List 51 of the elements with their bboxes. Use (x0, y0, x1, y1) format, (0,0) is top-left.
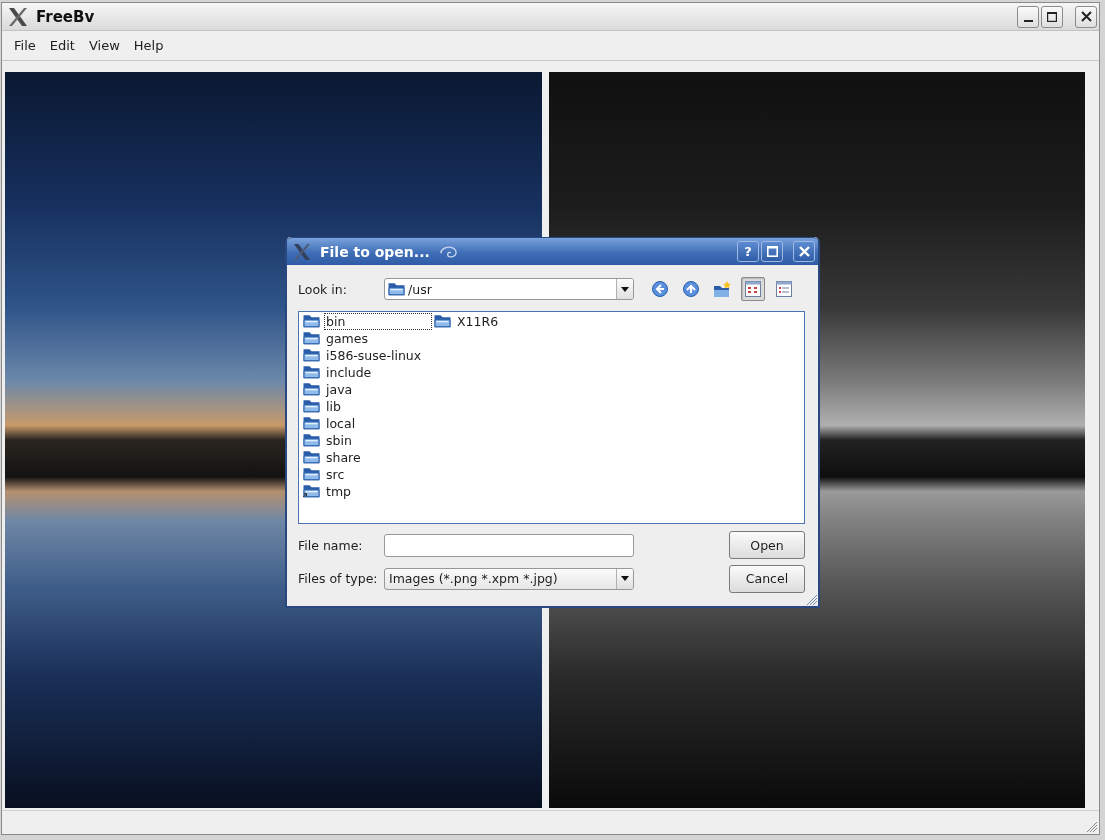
cancel-button[interactable]: Cancel (729, 564, 805, 593)
minimize-button[interactable] (1017, 5, 1039, 28)
file-name-field[interactable] (384, 533, 634, 557)
list-view-button[interactable] (741, 277, 765, 301)
file-type-combobox[interactable]: Images (*.png *.xpm *.jpg) (384, 567, 634, 590)
detail-view-icon (776, 281, 792, 297)
folder-item[interactable]: share (324, 449, 432, 466)
folder-item[interactable]: sbin (324, 432, 432, 449)
minimize-icon (1023, 19, 1033, 22)
x-logo-icon (9, 7, 27, 26)
folder-item[interactable]: tmp (324, 483, 432, 500)
maximize-button[interactable] (1041, 5, 1063, 28)
folder-item[interactable]: src (324, 466, 432, 483)
close-button[interactable] (793, 241, 815, 262)
menu-item[interactable]: Edit (43, 35, 81, 56)
folder-item[interactable]: bin (324, 313, 432, 330)
close-button[interactable] (1075, 5, 1097, 28)
maximize-icon (766, 246, 778, 257)
dialog-title: File to open... (320, 243, 430, 260)
folder-item[interactable]: lib (324, 398, 432, 415)
open-button[interactable]: Open (729, 531, 805, 559)
maximize-icon (1047, 11, 1057, 22)
folder-item[interactable]: X11R6 (455, 313, 563, 330)
close-icon (798, 246, 810, 257)
folder-item[interactable]: i586-suse-linux (324, 347, 432, 364)
help-button[interactable]: ? (737, 241, 759, 262)
new-folder-icon (713, 281, 731, 297)
caret-icon (621, 576, 629, 581)
x-logo-icon (294, 243, 310, 260)
menu-item[interactable]: View (82, 35, 126, 56)
menu-item[interactable]: Help (127, 35, 170, 56)
menu-item[interactable]: File (8, 35, 42, 56)
list-view-icon (745, 281, 761, 297)
folder-item[interactable]: include (324, 364, 432, 381)
window-title: FreeBv (36, 7, 95, 26)
field-label: File name: (298, 537, 364, 553)
folder-item[interactable]: games (324, 330, 432, 347)
swirl-icon (439, 245, 457, 258)
close-icon (1080, 11, 1092, 22)
maximize-button[interactable] (761, 241, 783, 262)
look-in-combobox[interactable]: /usr (384, 278, 634, 300)
caret-icon (621, 286, 629, 292)
back-icon (652, 281, 668, 297)
up-arrow-icon (683, 281, 699, 297)
folder-icon (388, 282, 405, 296)
folder-item[interactable]: java (324, 381, 432, 398)
folder-item[interactable]: local (324, 415, 432, 432)
field-label: Files of type: (298, 571, 379, 586)
field-label: Look in: (298, 281, 348, 297)
size-grip-icon[interactable] (1087, 822, 1097, 832)
size-grip-icon[interactable] (807, 595, 817, 605)
